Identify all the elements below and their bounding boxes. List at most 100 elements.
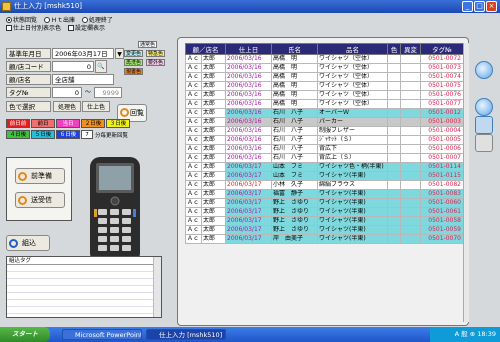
- cell-customer: Ａｃ: [185, 63, 202, 73]
- color-btn-day4[interactable]: ４日後: [6, 130, 30, 139]
- table-row[interactable]: Ａｃ 太郎 2006/03/16 高橋 明ワイシャツ（空体） 0501-0072: [185, 54, 464, 64]
- status-normal: 通常色: [138, 41, 158, 48]
- cell-finish-date: 2006/03/17: [225, 162, 272, 172]
- cell-name: 高橋 明: [271, 63, 318, 73]
- prepare-button[interactable]: 前準備: [15, 168, 65, 184]
- cell-color: [387, 144, 401, 154]
- tag-to-field[interactable]: 9999: [94, 87, 122, 98]
- tag-list-scrollbar[interactable]: [153, 257, 161, 317]
- cell-item: ワイシャツ(半東): [317, 207, 388, 217]
- cell-finish-date: 2006/03/17: [225, 171, 272, 181]
- cell-abnormal: [400, 171, 421, 181]
- finish-color-button[interactable]: 仕上色: [82, 101, 110, 112]
- table-row[interactable]: Ａｃ 太郎 2006/03/17 小林 久子 綿絹ブラウス 0501-0082: [185, 180, 464, 190]
- col-header-finish-date[interactable]: 仕上日: [225, 43, 272, 55]
- col-header-tag[interactable]: タグ№: [420, 43, 464, 55]
- cell-name: 小林 久子: [271, 180, 318, 190]
- radio-status-view[interactable]: 状態回覧: [6, 17, 37, 25]
- table-row[interactable]: Ａｃ 太郎 2006/03/17 野上 さゆり ワイシャツ(半東) 0501-0061: [185, 207, 464, 217]
- table-row[interactable]: Ａｃ 太郎 2006/03/16 石川 八子 パーカー 0501-0003: [185, 117, 464, 127]
- table-row[interactable]: Ａｃ 太郎 2006/03/17 岸 由美子 ワイシャツ(半東) 0501-0070: [185, 234, 464, 244]
- process-color-button[interactable]: 処理色: [53, 101, 81, 112]
- table-row[interactable]: Ａｃ 太郎 2006/03/16 高橋 明ワイシャツ（空体） 0501-0077: [185, 99, 464, 109]
- cell-color: [387, 180, 401, 190]
- table-row[interactable]: Ａｃ 太郎 2006/03/17 福富 静子 ワイシャツ(半東) 0501-0083: [185, 189, 464, 199]
- assembled-tag-list[interactable]: 組込タグ: [6, 256, 162, 318]
- table-row[interactable]: Ａｃ 太郎 2006/03/16 高橋 明ワイシャツ（空体） 0501-0076: [185, 90, 464, 100]
- cell-name: 高橋 明: [271, 99, 318, 109]
- checkbox-date-color[interactable]: 仕上日付別表示色: [6, 25, 61, 33]
- cell-store: 太郎: [201, 234, 226, 244]
- cell-tag: 0501-0058: [420, 216, 464, 226]
- cell-finish-date: 2006/03/17: [225, 198, 272, 208]
- refresh-interval-field[interactable]: 7: [81, 130, 93, 139]
- window-title: 仕上入力 [mshk510]: [14, 2, 83, 10]
- table-row[interactable]: Ａｃ 太郎 2006/03/17 山本 フミ ワイシャツ色・柄(半東) 0501-0114: [185, 162, 464, 172]
- cell-customer: Ａｃ: [185, 198, 202, 208]
- taskbar-item-app[interactable]: 仕上入力 [mshk510]: [146, 329, 226, 340]
- cell-name: 山本 フミ: [271, 162, 318, 172]
- table-row[interactable]: Ａｃ 太郎 2006/03/17 山本 フミ ワイシャツ(半東) 0501-0115: [185, 171, 464, 181]
- table-row[interactable]: Ａｃ 太郎 2006/03/17 野上 さゆり ワイシャツ(半東) 0501-0060: [185, 198, 464, 208]
- send-receive-button[interactable]: 送受信: [15, 192, 65, 208]
- finish-list-panel: 顧／店名 仕上日 氏名 品名 色 異変 タグ№ Ａｃ 太郎 2006/03/16 高橋…: [177, 37, 469, 326]
- col-header-name[interactable]: 氏名: [271, 43, 318, 55]
- maximize-button[interactable]: □: [474, 1, 485, 12]
- table-row[interactable]: Ａｃ 太郎 2006/03/16 石川 八子 ｼﾞｬｹｯﾄ（Ｓ） 0501-0005: [185, 135, 464, 145]
- tag-from-field[interactable]: 0: [52, 87, 82, 98]
- color-btn-day3[interactable]: ３日後: [106, 119, 130, 128]
- color-btn-day5[interactable]: ５日後: [31, 130, 55, 139]
- col-header-customer[interactable]: 顧／店名: [185, 43, 226, 55]
- start-button[interactable]: スタート: [0, 327, 50, 342]
- col-header-color[interactable]: 色: [387, 43, 401, 55]
- cell-color: [387, 162, 401, 172]
- color-btn-day2[interactable]: ２日後: [81, 119, 105, 128]
- table-row[interactable]: Ａｃ 太郎 2006/03/16 石川 八子 オーバーＷ 0501-0012: [185, 108, 464, 118]
- round-tool-button[interactable]: [475, 98, 493, 116]
- color-btn-day6[interactable]: ６日後: [56, 130, 80, 139]
- cell-tag: 0501-0073: [420, 63, 464, 73]
- cell-store: 太郎: [201, 81, 226, 91]
- taskbar-item-powerpoint[interactable]: Microsoft PowerPoint...: [62, 329, 142, 340]
- cell-abnormal: [400, 198, 421, 208]
- table-row[interactable]: Ａｃ 太郎 2006/03/16 石川 八子 背広下 0501-0006: [185, 144, 464, 154]
- settings-icon[interactable]: [475, 116, 493, 134]
- table-row[interactable]: Ａｃ 太郎 2006/03/16 高橋 明ワイシャツ（空体） 0501-0074: [185, 72, 464, 82]
- table-scrollbar[interactable]: [463, 43, 469, 322]
- print-icon[interactable]: [475, 134, 493, 152]
- cell-finish-date: 2006/03/16: [225, 108, 272, 118]
- refresh-icon: [120, 108, 129, 117]
- color-btn-prev[interactable]: 前日: [31, 119, 55, 128]
- cell-store: 太郎: [201, 72, 226, 82]
- table-row[interactable]: Ａｃ 太郎 2006/03/17 野上 さゆり ワイシャツ(半東) 0501-0058: [185, 216, 464, 226]
- checkbox-settings-display[interactable]: 設定欄表示: [67, 25, 105, 33]
- round-tool-button[interactable]: [475, 61, 493, 79]
- table-row[interactable]: Ａｃ 太郎 2006/03/16 石川 八子 背広上（Ｓ） 0501-0007: [185, 153, 464, 163]
- radio-process-end[interactable]: 処理終了: [81, 17, 113, 25]
- window-titlebar[interactable]: 仕上入力 [mshk510] _ □ ×: [0, 0, 500, 13]
- assemble-button[interactable]: 組込: [6, 235, 50, 251]
- table-row[interactable]: Ａｃ 太郎 2006/03/16 石川 八子 制服ブレザー 0501-0004: [185, 126, 464, 136]
- col-header-item[interactable]: 品名: [317, 43, 388, 55]
- search-icon[interactable]: 🔍: [95, 60, 107, 73]
- table-row[interactable]: Ａｃ 太郎 2006/03/16 高橋 明ワイシャツ（空体） 0501-0073: [185, 63, 464, 73]
- date-dropdown-button[interactable]: ▼: [115, 48, 124, 59]
- radio-ht-shipping[interactable]: Ｈｔ出庫: [43, 17, 75, 25]
- cell-tag: 0501-0074: [420, 72, 464, 82]
- base-date-field[interactable]: 2006年03月17日: [52, 48, 114, 59]
- table-row[interactable]: Ａｃ 太郎 2006/03/16 高橋 明ワイシャツ（空体） 0501-0075: [185, 81, 464, 91]
- col-header-abnormal[interactable]: 異変: [400, 43, 421, 55]
- store-code-field[interactable]: 0: [52, 61, 94, 72]
- cell-abnormal: [400, 90, 421, 100]
- minimize-button[interactable]: _: [462, 1, 473, 12]
- cell-customer: Ａｃ: [185, 225, 202, 235]
- close-button[interactable]: ×: [486, 1, 497, 12]
- color-btn-today[interactable]: 当日: [56, 119, 80, 128]
- cell-name: 高橋 明: [271, 90, 318, 100]
- store-name-field[interactable]: 全店舗: [52, 74, 114, 85]
- cell-customer: Ａｃ: [185, 144, 202, 154]
- color-btn-prev2[interactable]: 前日前: [6, 119, 30, 128]
- cell-color: [387, 63, 401, 73]
- option-group: 状態回覧 Ｈｔ出庫 処理終了 仕上日付別表示色 設定欄表示: [6, 17, 168, 33]
- table-row[interactable]: Ａｃ 太郎 2006/03/17 野上 さゆり ワイシャツ(半東) 0501-0059: [185, 225, 464, 235]
